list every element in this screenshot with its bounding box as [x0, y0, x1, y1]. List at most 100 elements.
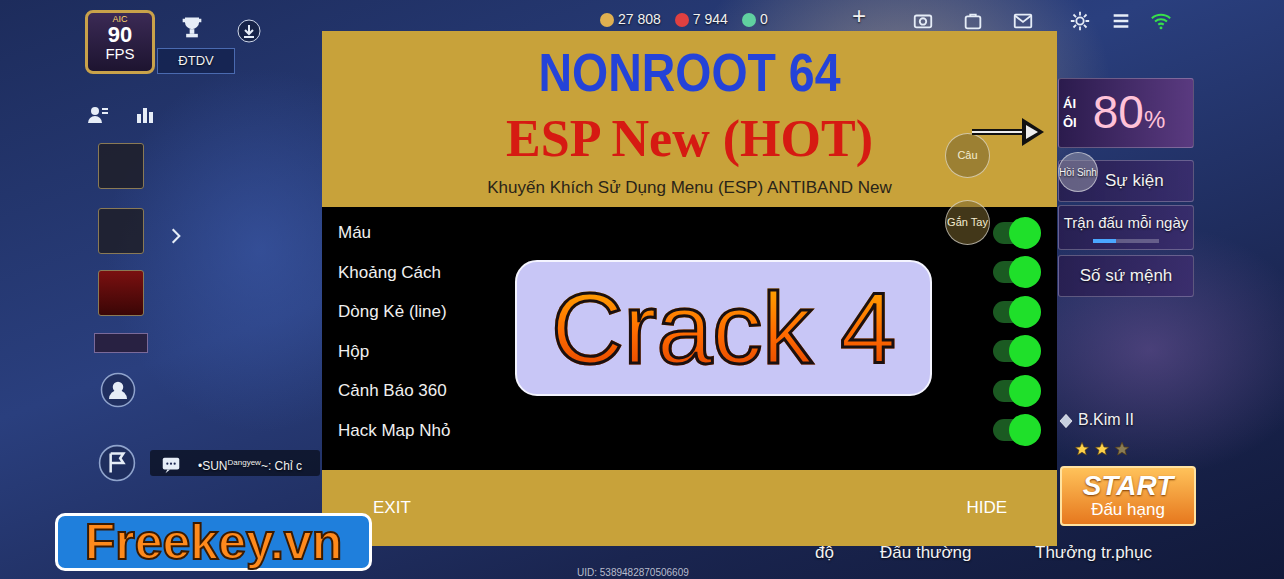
chevron-icon[interactable]: [166, 223, 186, 247]
wifi-icon[interactable]: [1150, 8, 1172, 30]
crack-stamp-text: Crack 4: [551, 273, 896, 383]
toggle-knob: [1009, 217, 1041, 249]
currency-item: 7 944: [675, 9, 728, 30]
progress-track: [1093, 239, 1159, 243]
option-toggle[interactable]: [993, 380, 1039, 402]
menu-footer: EXIT HIDE: [322, 470, 1057, 546]
ranking-chart-icon[interactable]: [133, 102, 157, 126]
watermark: Freekey.vn: [55, 513, 372, 571]
toggle-knob: [1009, 375, 1041, 407]
friend-slot[interactable]: [98, 143, 144, 189]
camera-icon[interactable]: [912, 8, 934, 30]
mail-icon[interactable]: [1012, 8, 1034, 30]
fps-label: FPS: [88, 46, 152, 61]
option-label: Máu: [338, 220, 371, 246]
floating-button[interactable]: Gắn Tay: [945, 200, 990, 245]
menu-note: Khuyến Khích Sử Dụng Menu (ESP) ANTIBAND…: [487, 175, 891, 201]
banner-side-text: ÁI: [1063, 94, 1077, 114]
rank-emblem-icon: [1058, 408, 1074, 432]
start-subtitle: Đấu hạng: [1091, 500, 1165, 520]
currency-icon: [600, 13, 614, 27]
event-label: Sự kiện: [1105, 168, 1189, 194]
start-title: START: [1083, 472, 1174, 500]
menu-title: NONROOT 64: [539, 45, 841, 99]
currency-amount: 27 808: [618, 9, 661, 30]
currency-item: 0: [742, 9, 768, 30]
banner-value: 80%: [1093, 89, 1166, 138]
friend-slot[interactable]: [98, 270, 144, 316]
star-icon: [1094, 436, 1110, 460]
add-currency-button[interactable]: +: [852, 4, 866, 28]
currency-amount: 7 944: [693, 9, 728, 30]
watermark-text: Freekey.vn: [85, 517, 343, 567]
avatar-frame[interactable]: AIC90FPS: [85, 10, 155, 74]
option-label: Dòng Kẻ (line): [338, 299, 447, 325]
menu-header: NONROOT 64 ESP New (HOT) Khuyến Khích Sử D…: [322, 31, 1057, 207]
menu-list-icon[interactable]: [1110, 8, 1132, 30]
user-id: UID: 5389482870506609: [577, 565, 689, 579]
option-label: Khoảng Cách: [338, 260, 441, 286]
crack-stamp: Crack 4: [515, 260, 932, 396]
option-label: Hộp: [338, 339, 369, 365]
rank-row: B.Kim II: [1058, 408, 1134, 432]
exit-button[interactable]: EXIT: [373, 495, 411, 521]
banner-side: ÁIÔI: [1059, 94, 1077, 133]
rank-stars: [1074, 436, 1134, 460]
friend-slot[interactable]: [98, 208, 144, 254]
event-item[interactable]: Số sứ mệnh: [1058, 255, 1194, 297]
rank-name: B.Kim II: [1078, 408, 1134, 432]
option-toggle[interactable]: [993, 222, 1039, 244]
team-label[interactable]: ĐTDV: [157, 48, 235, 74]
chat-message: ~: Chỉ c: [261, 459, 302, 473]
option-toggle[interactable]: [993, 340, 1039, 362]
option-label: Cảnh Báo 360: [338, 378, 447, 404]
currency-item: 27 808: [600, 9, 661, 30]
arrow-icon: [970, 114, 1048, 150]
chat-prefix: •SUN: [198, 459, 228, 473]
chat-sender: Dangyew: [228, 458, 261, 467]
event-label: Trận đấu mỗi ngày: [1064, 212, 1189, 235]
option-toggle[interactable]: [993, 261, 1039, 283]
fps-value: 90: [88, 24, 152, 46]
hide-button[interactable]: HIDE: [966, 495, 1007, 521]
start-ranked-button[interactable]: STARTĐấu hạng: [1060, 466, 1196, 526]
toggle-knob: [1009, 256, 1041, 288]
option-row[interactable]: Hack Map Nhỏ: [338, 411, 1041, 451]
trophy-icon[interactable]: [178, 14, 206, 42]
event-label: Số sứ mệnh: [1080, 263, 1173, 289]
option-row[interactable]: Máu: [338, 213, 1041, 253]
bag-icon[interactable]: [962, 8, 984, 30]
progress-fill: [1093, 239, 1116, 243]
currency-icon: [742, 13, 756, 27]
floating-button[interactable]: Câu: [945, 133, 990, 178]
event-item[interactable]: Trận đấu mỗi ngày: [1058, 205, 1194, 250]
friends-icon[interactable]: [86, 102, 110, 126]
add-friend-icon[interactable]: [100, 372, 136, 408]
rank-info: B.Kim II: [1058, 408, 1134, 460]
option-toggle[interactable]: [993, 301, 1039, 323]
currency-bar: 27 808 7 944 0: [600, 9, 768, 30]
currency-icon: [675, 13, 689, 27]
game-screen: AIC90FPSĐTDV27 8087 9440+•SUNDangyew~: C…: [0, 0, 1284, 579]
currency-amount: 0: [760, 9, 768, 30]
banner-number: 80: [1093, 89, 1144, 135]
banner-unit: %: [1144, 102, 1165, 138]
banner-side-text: ÔI: [1063, 113, 1077, 133]
chat-icon[interactable]: [160, 452, 182, 476]
download-icon[interactable]: [237, 18, 261, 43]
toggle-knob: [1009, 296, 1041, 328]
toggle-knob: [1009, 414, 1041, 446]
gear-icon[interactable]: [1069, 8, 1091, 30]
event-banner[interactable]: ÁIÔI 80%: [1058, 78, 1194, 148]
menu-subtitle: ESP New (HOT): [506, 113, 873, 165]
flag-icon[interactable]: [98, 444, 136, 482]
star-icon: [1114, 436, 1130, 460]
star-icon: [1074, 436, 1090, 460]
avatar-badge: AIC: [88, 13, 152, 24]
option-label: Hack Map Nhỏ: [338, 418, 450, 444]
toggle-knob: [1009, 335, 1041, 367]
friend-strip: [94, 333, 148, 353]
esp-menu: NONROOT 64 ESP New (HOT) Khuyến Khích Sử D…: [322, 31, 1057, 546]
revive-button[interactable]: Hồi Sinh: [1058, 152, 1098, 192]
option-toggle[interactable]: [993, 419, 1039, 441]
